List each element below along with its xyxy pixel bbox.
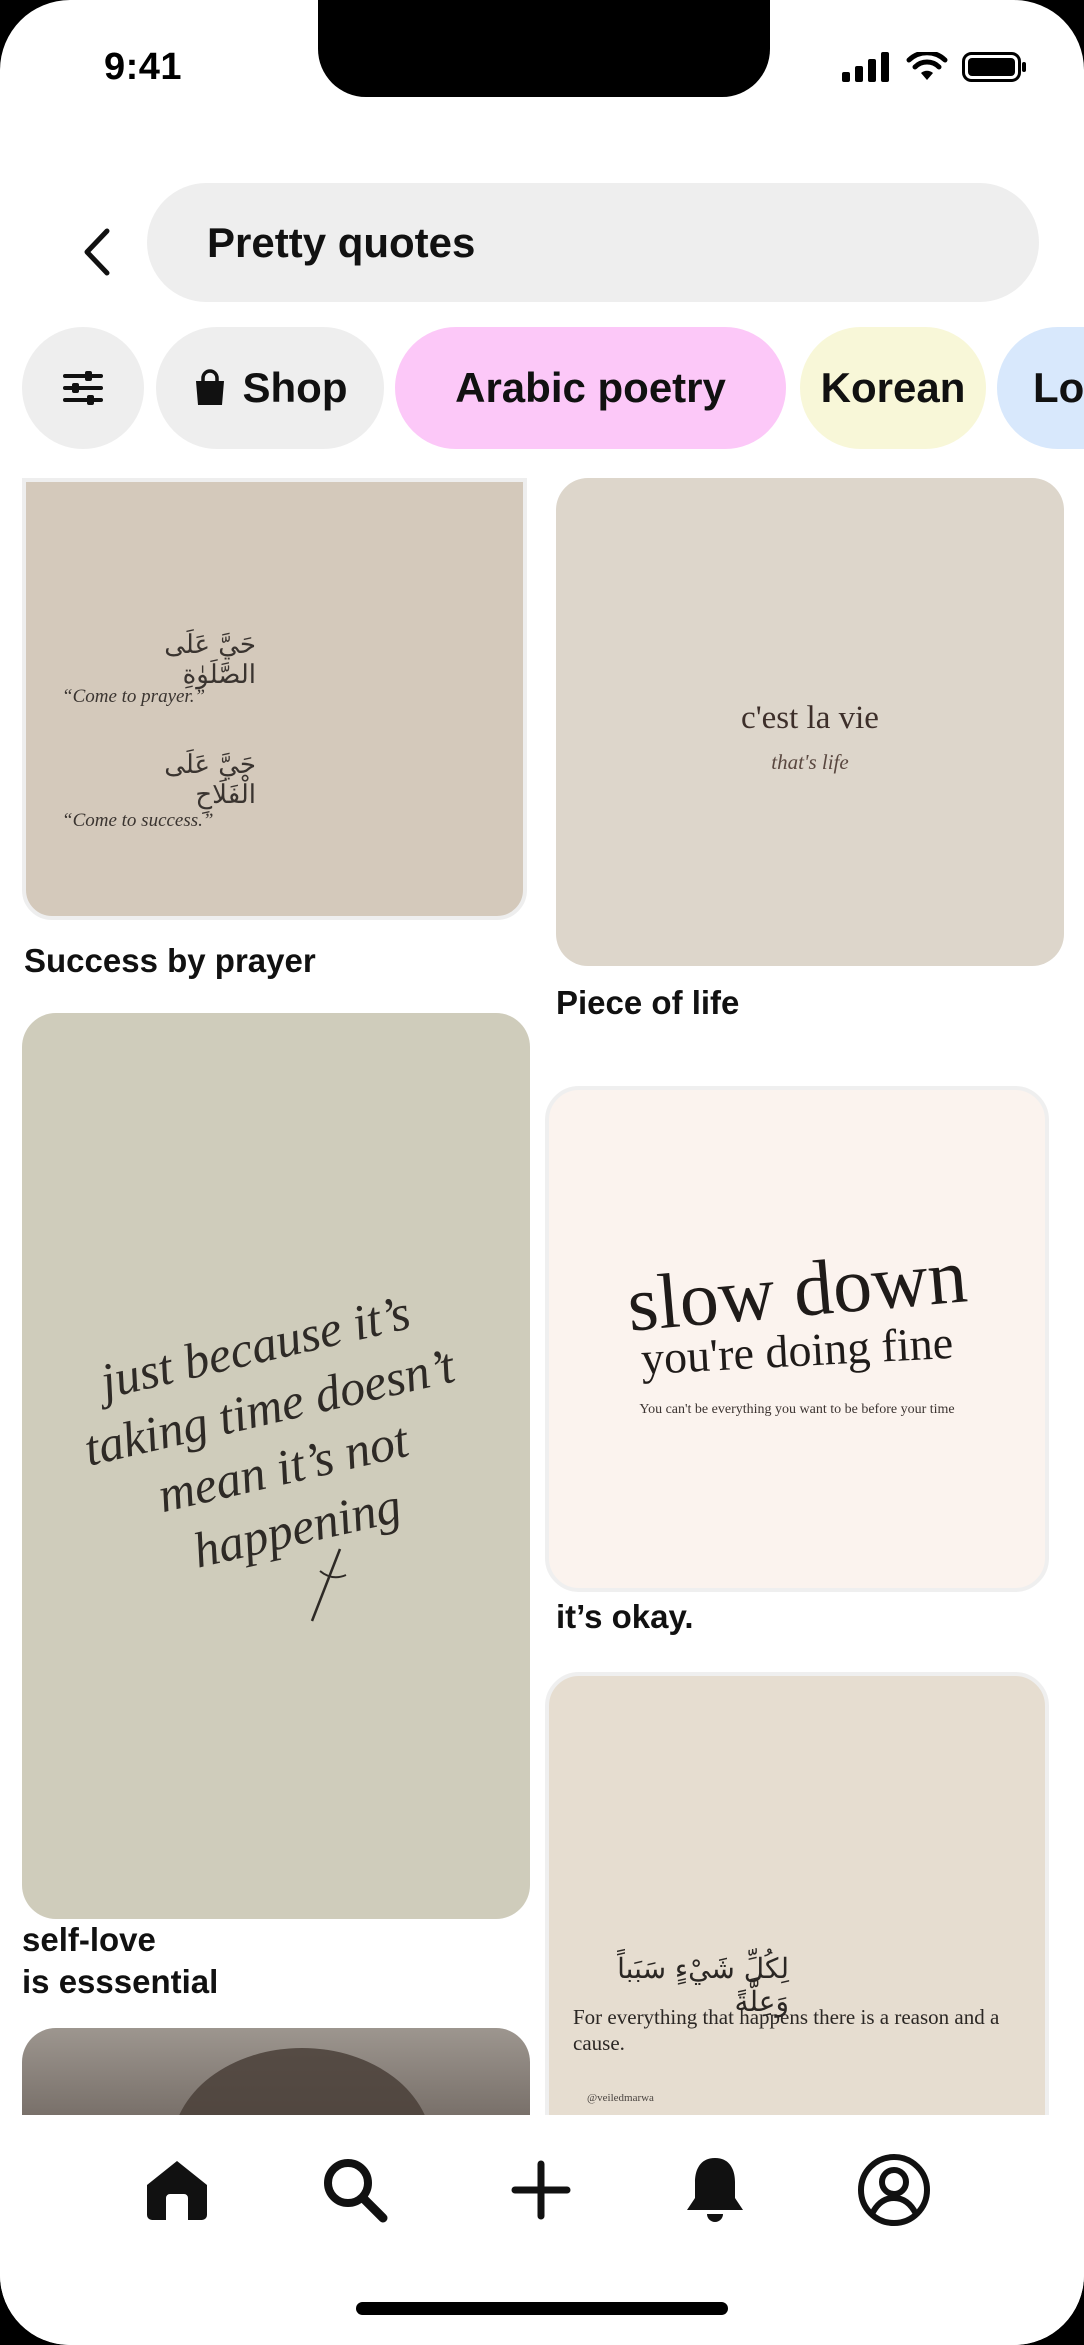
pin-quote: just because it’s taking time doesn’t me…: [22, 1259, 530, 1615]
pin-arabic-line: حَيَّ عَلَى الصَّلَوٰةِ: [164, 630, 256, 690]
chip-label: Lo: [1033, 364, 1084, 411]
tab-notifications[interactable]: [670, 2145, 760, 2235]
pin-image[interactable]: [22, 2028, 530, 2115]
pin-handle: @veiledmarwa: [587, 2092, 654, 2104]
pin-image[interactable]: slow down you're doing fine You can't be…: [545, 1086, 1049, 1592]
pin-english-line: “Come to prayer.”: [62, 686, 206, 707]
notch: [318, 0, 770, 97]
pin-quote-line: c'est la vie: [741, 700, 879, 736]
status-time: 9:41: [104, 46, 183, 88]
filter-chips: Shop Arabic poetry Korean Lo: [0, 327, 1084, 449]
pin-image[interactable]: just because it’s taking time doesn’t me…: [22, 1013, 530, 1919]
home-icon: [147, 2161, 207, 2220]
pin-arabic-line: حَيَّ عَلَى الْفَلَاحِ: [164, 750, 256, 810]
search-input[interactable]: Pretty quotes: [147, 183, 1039, 302]
phone-screen: 9:41 Pretty quotes Shop Arabic poetry Ko…: [0, 0, 1084, 2345]
shopping-bag-icon: [195, 369, 224, 405]
pin-image[interactable]: لِكُلِّ شَيْءٍ سَبَباً وَعِلَّةً For eve…: [545, 1672, 1049, 2115]
chip-label: Korean: [820, 364, 966, 411]
pin-title[interactable]: Piece of life: [556, 982, 739, 1024]
wifi-icon: [906, 52, 948, 80]
profile-icon: [858, 2154, 930, 2226]
pen-stroke-icon: [310, 1548, 347, 1622]
plus-icon: [511, 2160, 571, 2220]
pin-title-line: self-love: [22, 1921, 156, 1958]
bell-icon: [687, 2158, 743, 2222]
tab-profile[interactable]: [849, 2145, 939, 2235]
tab-search[interactable]: [310, 2145, 400, 2235]
chip-shop[interactable]: Shop: [156, 327, 384, 449]
tab-home[interactable]: [132, 2145, 222, 2235]
pin-caption: You can't be everything you want to be b…: [639, 1402, 955, 1417]
home-indicator: [356, 2302, 728, 2315]
pin-title[interactable]: it’s okay.: [556, 1596, 694, 1638]
chip-partial[interactable]: Lo: [997, 327, 1084, 449]
pin-english-line: “Come to success.”: [62, 810, 214, 831]
battery-icon: [962, 52, 1026, 82]
filter-sliders-icon: [63, 371, 103, 405]
search-icon: [324, 2159, 388, 2223]
chip-label: Arabic poetry: [455, 364, 726, 411]
pin-title[interactable]: self-love is esssential: [22, 1919, 218, 2003]
pin-quote-subline: that's life: [771, 750, 849, 774]
pin-image[interactable]: حَيَّ عَلَى الصَّلَوٰةِ “Come to prayer.…: [22, 478, 527, 920]
pin-title[interactable]: Success by prayer: [24, 940, 316, 982]
chip-korean[interactable]: Korean: [800, 327, 986, 449]
cellular-signal-icon: [842, 52, 889, 82]
pin-photo-shape: [172, 2048, 432, 2115]
pin-english-line: For everything that happens there is a r…: [573, 2005, 1000, 2055]
chip-shop-label: Shop: [242, 364, 348, 411]
chip-arabic-poetry[interactable]: Arabic poetry: [395, 327, 786, 449]
pin-feed: حَيَّ عَلَى الصَّلَوٰةِ “Come to prayer.…: [0, 470, 1084, 2115]
pin-title-line: is esssential: [22, 1963, 219, 2000]
filter-button[interactable]: [22, 327, 144, 449]
chevron-left-icon: [84, 228, 110, 276]
back-button[interactable]: [66, 222, 126, 282]
pin-image[interactable]: c'est la vie that's life: [556, 478, 1064, 966]
status-icons: [842, 52, 1028, 82]
tab-create[interactable]: [496, 2145, 586, 2235]
search-query: Pretty quotes: [207, 219, 476, 266]
